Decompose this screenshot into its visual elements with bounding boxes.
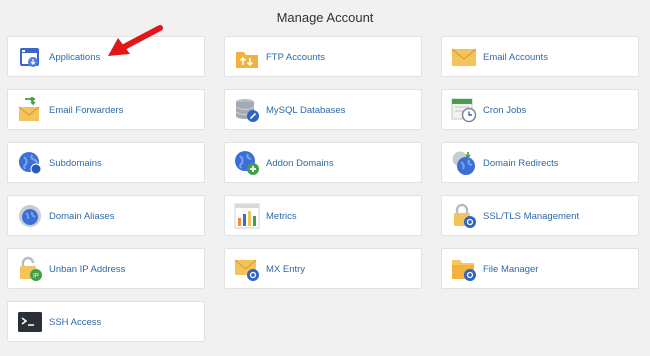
addon-domains-icon: [235, 151, 259, 175]
email-accounts-icon: [451, 48, 477, 66]
tile-label: Domain Aliases: [49, 211, 115, 222]
tile-label: Domain Redirects: [483, 158, 559, 169]
metrics-icon: [234, 203, 260, 229]
unban-ip-icon: IP: [20, 256, 42, 281]
ssh-terminal-icon: [18, 312, 42, 332]
tile-email-accounts[interactable]: Email Accounts: [441, 36, 639, 77]
tile-metrics[interactable]: Metrics: [224, 195, 422, 236]
tile-label: Email Forwarders: [49, 105, 124, 116]
tile-subdomains[interactable]: Subdomains: [7, 142, 205, 183]
domain-redirects-icon: [452, 151, 475, 175]
domain-aliases-icon: [19, 205, 41, 227]
svg-text:IP: IP: [33, 274, 39, 280]
tile-mx-entry[interactable]: MX Entry: [224, 248, 422, 289]
tile-applications[interactable]: Applications: [7, 36, 205, 77]
tile-unban-ip-address[interactable]: IP Unban IP Address: [7, 248, 205, 289]
file-manager-icon: [452, 260, 476, 281]
tile-label: Addon Domains: [266, 158, 334, 169]
tile-label: MX Entry: [266, 264, 306, 275]
mx-entry-icon: [234, 259, 259, 281]
tile-addon-domains[interactable]: Addon Domains: [224, 142, 422, 183]
tile-label: Email Accounts: [483, 52, 548, 63]
tile-ssh-access[interactable]: SSH Access: [7, 301, 205, 342]
cron-jobs-icon: [451, 98, 477, 123]
tile-domain-aliases[interactable]: Domain Aliases: [7, 195, 205, 236]
tile-label: File Manager: [483, 264, 539, 275]
tile-label: Applications: [49, 52, 101, 63]
ftp-icon: [236, 52, 258, 68]
page-title: Manage Account: [276, 10, 374, 25]
ssl-lock-icon: [454, 203, 476, 228]
tile-label: Subdomains: [49, 158, 102, 169]
tile-ftp-accounts[interactable]: FTP Accounts: [224, 36, 422, 77]
tile-cron-jobs[interactable]: Cron Jobs: [441, 89, 639, 130]
applications-icon: [20, 48, 39, 67]
tile-label: SSH Access: [49, 317, 102, 328]
tile-domain-redirects[interactable]: Domain Redirects: [441, 142, 639, 183]
tile-label: Cron Jobs: [483, 105, 527, 116]
tile-file-manager[interactable]: File Manager: [441, 248, 639, 289]
tile-email-forwarders[interactable]: Email Forwarders: [7, 89, 205, 130]
subdomains-icon: [19, 152, 42, 175]
tile-label: Unban IP Address: [49, 264, 126, 275]
tile-label: Metrics: [266, 211, 297, 222]
mysql-databases-icon: [235, 99, 259, 122]
tile-ssl-tls-management[interactable]: SSL/TLS Management: [441, 195, 639, 236]
email-forwarders-icon: [18, 97, 40, 121]
tile-label: FTP Accounts: [266, 52, 325, 63]
tile-label: MySQL Databases: [266, 105, 346, 116]
tile-label: SSL/TLS Management: [483, 211, 580, 222]
tile-mysql-databases[interactable]: MySQL Databases: [224, 89, 422, 130]
